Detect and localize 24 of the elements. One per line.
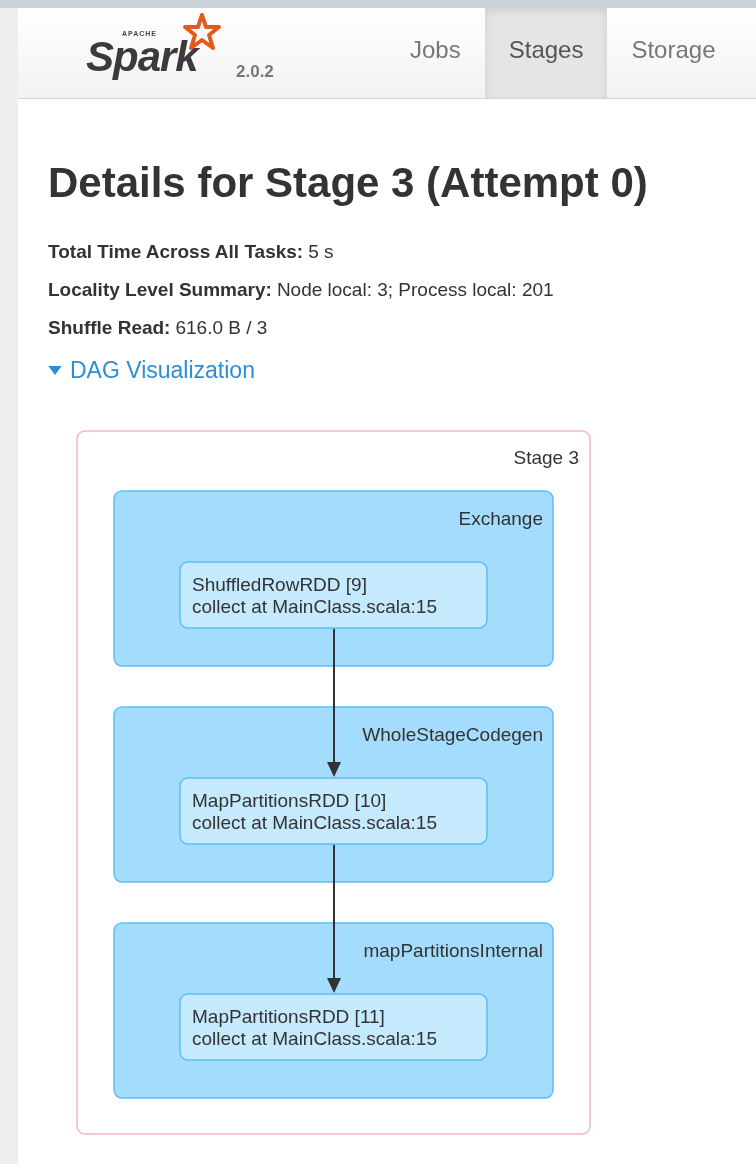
node-name: MapPartitionsRDD [10] — [192, 790, 387, 811]
node-name: ShuffledRowRDD [9] — [192, 574, 367, 595]
nav-tab[interactable]: Jobs — [386, 8, 485, 98]
caret-icon — [48, 366, 62, 375]
cluster-label: WholeStageCodegen — [362, 724, 543, 745]
cluster-label: mapPartitionsInternal — [363, 940, 543, 961]
summary-label: Total Time Across All Tasks: — [48, 241, 304, 262]
logo-wordmark: Spark — [86, 36, 198, 78]
summary-label: Shuffle Read: — [48, 317, 171, 338]
summary-value: 616.0 B / 3 — [175, 317, 268, 338]
stage-label: Stage 3 — [513, 447, 579, 468]
cluster-label: Exchange — [458, 508, 543, 529]
node-callsite: collect at MainClass.scala:15 — [192, 596, 437, 617]
page-title: Details for Stage 3 (Attempt 0) — [48, 159, 649, 207]
summary-value: 5 s — [308, 241, 334, 262]
summary-value: Node local: 3; Process local: 201 — [276, 279, 554, 300]
nav-tab[interactable]: Storage — [607, 8, 740, 98]
node-callsite: collect at MainClass.scala:15 — [192, 812, 437, 833]
dag-toggle-link[interactable]: DAG Visualization — [48, 357, 255, 384]
nav-tab[interactable]: Stages — [484, 8, 608, 98]
summary-label: Locality Level Summary: — [48, 279, 272, 300]
node-name: MapPartitionsRDD [11] — [192, 1006, 385, 1027]
version-label: 2.0.2 — [236, 62, 274, 82]
node-callsite: collect at MainClass.scala:15 — [192, 1028, 437, 1049]
